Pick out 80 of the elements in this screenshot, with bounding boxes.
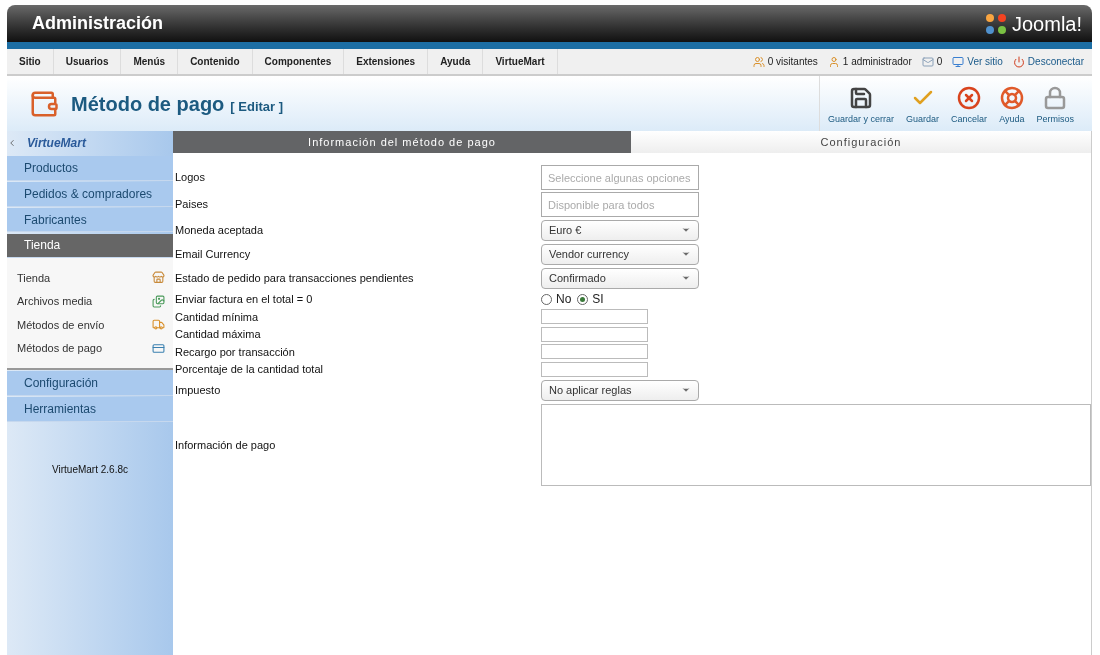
logo-text: Joomla! [1011,11,1082,37]
field-label: Impuesto [174,382,222,398]
header-title: Administración [32,12,164,35]
page-subtitle: [ Editar ] [230,97,284,116]
input-field[interactable] [541,361,648,377]
sidebar-link[interactable]: Métodos de envío [7,313,173,337]
status-text: 1 administrador [842,55,912,69]
caret-icon [681,249,691,259]
cancel-icon [957,86,982,110]
page-title: Método de pago [71,91,225,117]
status-text: 0 visitantes [767,55,818,69]
sidebar-link[interactable]: Tienda [7,266,173,290]
sidebar-section[interactable]: Herramientas [7,397,173,422]
menu-item[interactable]: Contenido [178,49,253,74]
field-label: Enviar factura en el total = 0 [174,291,314,307]
images-icon [152,294,165,308]
sidebar-logo: VirtueMart [27,135,86,152]
status-text: 0 [936,55,943,69]
menu-item[interactable]: Sitio [7,49,54,74]
field-label: Cantidad mínima [174,309,260,325]
card-icon [152,341,165,355]
header-link[interactable]: Ver sitio [967,54,1003,69]
lifebuoy-icon [999,86,1024,110]
radio-button[interactable] [541,293,552,305]
sidebar-section[interactable]: Fabricantes [7,207,173,233]
sidebar-link[interactable]: Métodos de pago [7,336,173,360]
logo-icon [983,11,1008,36]
caret-icon [681,385,691,395]
text-area[interactable] [541,404,1091,486]
field-label: Recargo por transacción [174,344,296,360]
menu-item[interactable]: Menús [121,49,179,74]
multi-select-field[interactable]: Disponible para todos [541,192,699,217]
toolbar-button[interactable]: Permisos [1030,80,1080,127]
radio-option[interactable]: No [541,290,572,308]
field-label: Email Currency [174,246,252,262]
sidebar-section[interactable]: Productos [7,156,173,181]
padlock-icon [1043,86,1068,110]
menu-item[interactable]: Ayuda [428,49,484,74]
toolbar-button[interactable]: Cancelar [945,80,994,127]
person-icon [827,55,840,68]
sidebar-section[interactable]: Pedidos & compradores [7,182,173,207]
field-label: Cantidad máxima [174,327,262,342]
multi-select-field[interactable]: Seleccione algunas opciones [541,165,699,190]
sidebar-section[interactable]: Configuración [7,371,173,396]
radio-button[interactable] [577,293,589,305]
version-text: VirtueMart 2.6.8c [52,462,128,477]
field-label: Información de pago [174,437,277,453]
people-icon [752,55,765,68]
dropdown[interactable]: Vendor currency [541,243,699,265]
field-label: Logos [174,170,206,186]
menu-item[interactable]: VirtueMart [483,49,558,74]
caret-icon [681,273,691,283]
dropdown[interactable]: No aplicar reglas [541,379,699,401]
input-field[interactable] [541,344,648,360]
shop-icon [152,271,165,285]
header-link[interactable]: Desconectar [1027,54,1084,69]
toolbar-button[interactable]: Ayuda [993,80,1031,127]
field-label: Moneda aceptada [174,222,265,238]
tab[interactable]: Información del método de pago [173,131,631,153]
sidebar-link[interactable]: Archivos media [7,289,173,313]
dropdown[interactable]: Confirmado [541,267,699,289]
field-label: Paises [174,197,210,213]
input-field[interactable] [541,326,648,342]
field-label: Porcentaje de la cantidad total [174,362,324,377]
field-label: Estado de pedido para transacciones pendientes [174,270,415,286]
sidebar-section[interactable]: Tienda [7,233,173,258]
toolbar-button[interactable]: Guardar y cerrar [822,80,901,127]
menu-item[interactable]: Usuarios [53,49,122,74]
truck-icon [152,318,165,332]
input-field[interactable] [541,309,648,325]
collapse-icon[interactable] [7,138,17,148]
mail-icon [921,55,934,68]
monitor-icon [952,55,965,68]
radio-option[interactable]: SI [577,290,604,308]
menu-item[interactable]: Componentes [252,49,345,74]
power-icon [1012,55,1025,68]
menu-item[interactable]: Extensiones [344,49,429,74]
dropdown[interactable]: Euro € [541,219,699,241]
toolbar-button[interactable]: Guardar [900,80,946,127]
caret-icon [681,225,691,235]
